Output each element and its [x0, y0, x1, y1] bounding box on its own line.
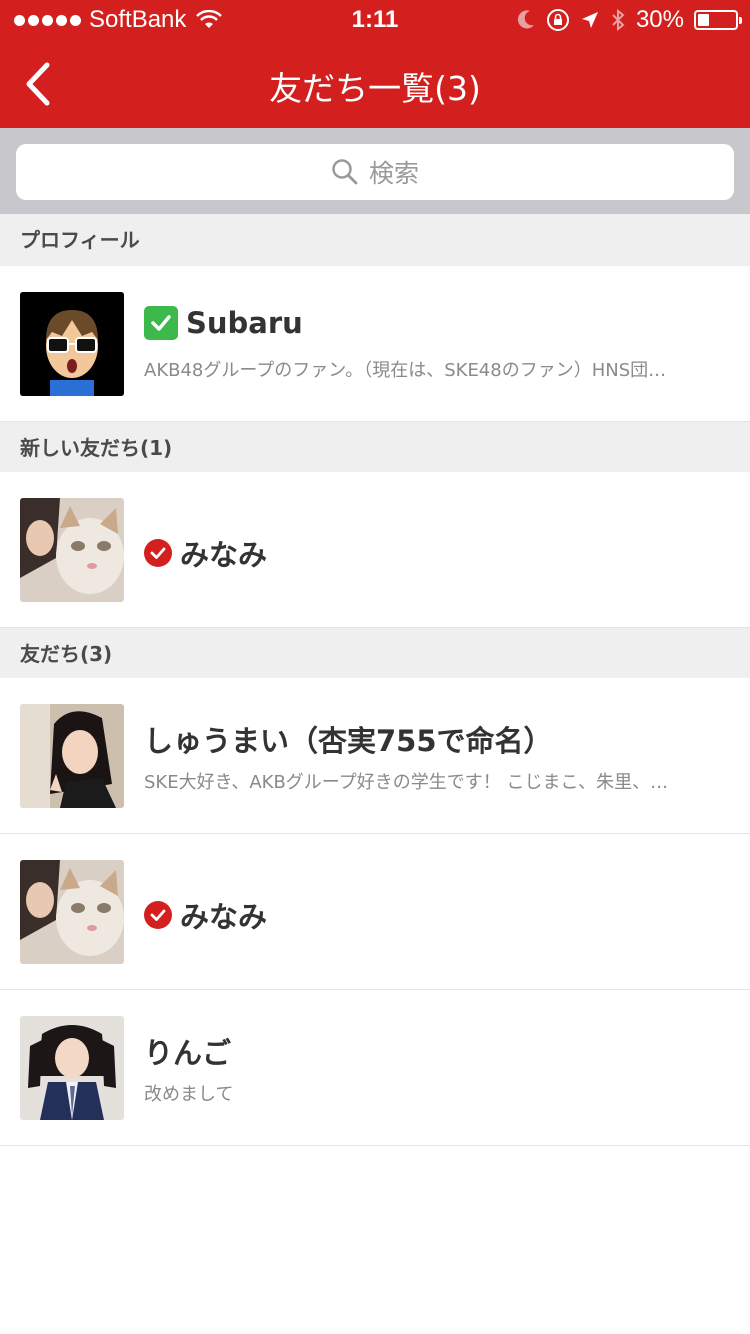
profile-row[interactable]: Subaru AKB48グループのファン。（現在は、SKE48のファン）HNS団… — [0, 266, 750, 422]
profile-name-text: Subaru — [186, 306, 303, 340]
search-area: 検索 — [0, 128, 750, 214]
profile-desc: AKB48グループのファン。（現在は、SKE48のファン）HNS団… — [144, 360, 667, 381]
friend-name: みなみ — [144, 532, 267, 574]
section-header-profile: プロフィール — [0, 214, 750, 266]
friend-name-text: りんご — [144, 1036, 232, 1070]
friend-name-text: みなみ — [180, 538, 268, 572]
avatar — [20, 1016, 124, 1120]
page-title: 友だち一覧(3) — [269, 69, 481, 108]
bluetooth-icon — [612, 8, 625, 32]
battery-percent: 30% — [635, 6, 684, 33]
battery-fill — [698, 14, 709, 26]
avatar — [20, 498, 124, 602]
search-placeholder: 検索 — [368, 159, 419, 188]
friend-desc: 改めまして — [144, 1084, 234, 1105]
moon-icon — [517, 10, 534, 29]
friend-name: りんご — [144, 1030, 231, 1072]
rotation-lock-icon — [546, 9, 569, 31]
status-bar: SoftBank 1:11 30% — [0, 0, 750, 40]
section-header-new-friends: 新しい友だち(1) — [0, 422, 750, 474]
list-item[interactable]: みなみ — [0, 472, 750, 628]
search-icon — [332, 159, 358, 185]
avatar — [20, 860, 124, 964]
friend-name: しゅうまい（杏実755で命名） — [144, 718, 553, 760]
friend-name-text: みなみ — [180, 900, 268, 934]
check-mark-icon — [144, 306, 178, 340]
location-arrow-icon — [581, 12, 598, 28]
status-right: 30% — [516, 6, 742, 34]
verified-check-icon — [144, 539, 172, 567]
friend-name-text: しゅうまい（杏実755で命名） — [144, 724, 553, 758]
friend-name: みなみ — [144, 894, 267, 936]
search-input[interactable]: 検索 — [16, 144, 734, 200]
friend-desc: SKE大好き、AKBグループ好きの学生です！ こじまこ、朱里、… — [144, 772, 669, 793]
battery-icon — [694, 10, 742, 30]
avatar — [20, 292, 124, 396]
avatar — [20, 704, 124, 808]
nav-bar: 友だち一覧(3) — [0, 40, 750, 128]
list-item[interactable]: りんご 改めまして — [0, 990, 750, 1146]
list-item[interactable]: みなみ — [0, 834, 750, 990]
profile-name: Subaru — [144, 306, 303, 340]
section-header-friends: 友だち(3) — [0, 628, 750, 680]
list-item[interactable]: しゅうまい（杏実755で命名） SKE大好き、AKBグループ好きの学生です！ こ… — [0, 678, 750, 834]
verified-check-icon — [144, 901, 172, 929]
